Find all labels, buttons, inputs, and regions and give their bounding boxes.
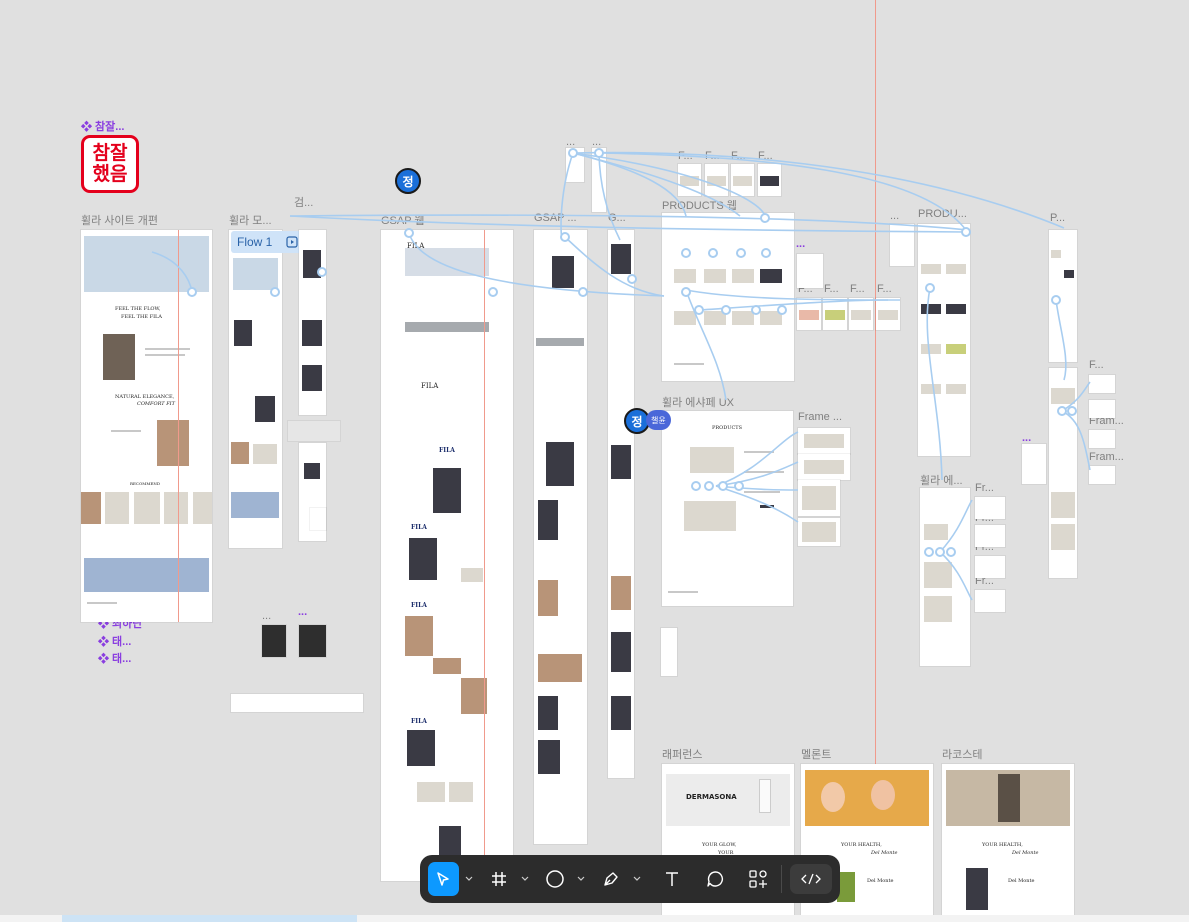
connector-node	[751, 305, 761, 315]
connector-line	[685, 289, 727, 401]
frame-tool-menu[interactable]	[516, 862, 533, 896]
design-canvas[interactable]: ❖ 참잘... 참잘 했음 휠라 사이트 개편 휠라 모... 검... GSA…	[0, 0, 1189, 915]
prototype-connections	[151, 148, 1091, 601]
connector-node	[187, 287, 197, 297]
connector-node	[736, 248, 746, 258]
connector-node	[935, 547, 945, 557]
selection-strip	[62, 915, 357, 922]
connector-node	[560, 232, 570, 242]
chevron-down-icon	[633, 876, 641, 881]
connector-line	[926, 287, 943, 481]
connector-line	[1061, 381, 1091, 412]
actions-tool-button[interactable]	[742, 862, 773, 896]
connector-node	[317, 267, 327, 277]
comment-bubble-icon	[707, 871, 724, 887]
connector-line	[408, 232, 665, 297]
toolbar-divider	[780, 865, 782, 893]
pen-tool-menu[interactable]	[628, 862, 645, 896]
connector-line	[1061, 410, 1091, 471]
shape-tool-button[interactable]	[540, 862, 571, 896]
connector-node	[718, 481, 728, 491]
connector-line	[715, 461, 799, 487]
connector-line	[685, 289, 901, 301]
move-tool-button[interactable]	[428, 862, 459, 896]
connector-line	[598, 152, 967, 231]
connector-node	[627, 274, 637, 284]
dev-mode-toggle[interactable]	[789, 864, 832, 894]
cursor-arrow-icon	[437, 872, 450, 886]
pen-icon	[603, 872, 618, 886]
connector-node	[734, 481, 744, 491]
connector-node	[1051, 295, 1061, 305]
shapes-plus-icon	[749, 870, 767, 888]
connector-node	[704, 481, 714, 491]
connector-node	[691, 481, 701, 491]
text-tool-button[interactable]	[657, 862, 688, 896]
move-tool-menu[interactable]	[461, 862, 478, 896]
connector-node	[694, 305, 704, 315]
chevron-down-icon	[465, 876, 473, 881]
connector-line	[939, 551, 973, 601]
connector-line	[1055, 299, 1067, 381]
chevron-down-icon	[521, 876, 529, 881]
connector-line	[151, 251, 193, 293]
connector-node	[488, 287, 498, 297]
connector-node	[404, 228, 414, 238]
shape-tool-menu[interactable]	[572, 862, 589, 896]
collaborator-cursor[interactable]: 정	[395, 168, 421, 194]
connector-node	[761, 248, 771, 258]
connector-line	[715, 485, 799, 523]
connector-line	[289, 215, 967, 233]
connector-node	[568, 148, 578, 158]
connector-node	[924, 547, 934, 557]
connector-node	[270, 287, 280, 297]
connector-line	[564, 236, 665, 297]
connector-node	[961, 227, 971, 237]
comment-tool-button[interactable]	[700, 862, 731, 896]
connector-node	[721, 305, 731, 315]
hash-frame-icon	[492, 872, 507, 886]
connector-node	[777, 305, 787, 315]
bottom-toolbar	[420, 855, 840, 903]
connector-node	[925, 283, 935, 293]
connector-node	[760, 213, 770, 223]
connector-node	[681, 287, 691, 297]
code-brackets-icon	[801, 873, 821, 885]
pen-tool-button[interactable]	[595, 862, 626, 896]
collaborator-name-tag: 챌윤	[646, 410, 671, 430]
bottom-scroll-strip[interactable]	[0, 915, 1189, 922]
connector-node	[946, 547, 956, 557]
text-icon	[666, 872, 679, 886]
frame-tool-button[interactable]	[484, 862, 515, 896]
connector-node	[594, 148, 604, 158]
connector-line	[939, 499, 973, 553]
connector-node	[708, 248, 718, 258]
chevron-down-icon	[577, 876, 585, 881]
ellipse-icon	[546, 870, 564, 888]
connector-node	[578, 287, 588, 297]
connector-node	[681, 248, 691, 258]
connector-node	[1057, 406, 1067, 416]
connector-node	[1067, 406, 1077, 416]
